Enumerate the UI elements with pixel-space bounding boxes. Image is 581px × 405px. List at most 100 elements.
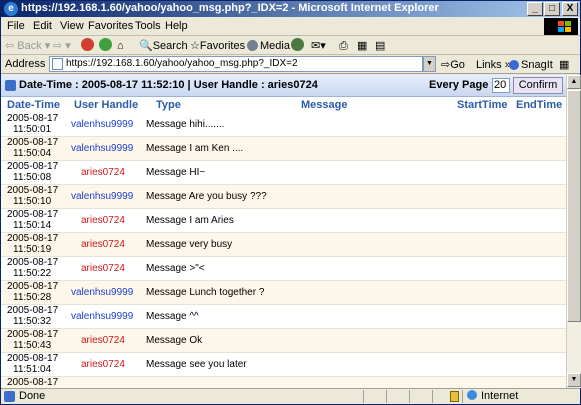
mail-button[interactable]: ✉▾: [311, 38, 326, 54]
datetime-cell: 2005-08-17 11:50:10: [7, 185, 59, 207]
menu-file[interactable]: File: [7, 20, 25, 32]
snagit-button[interactable]: SnagIt: [509, 57, 553, 73]
page-content: Date-Time : 2005-08-17 11:52:10 | User H…: [1, 75, 566, 388]
message-cell: Message I am Aries: [146, 215, 234, 226]
user-cell[interactable]: aries0724: [81, 215, 125, 226]
table-row[interactable]: 2005-08-17 11:50:01 valenhsu9999 Message …: [1, 113, 566, 137]
user-cell[interactable]: aries0724: [81, 359, 125, 370]
table-row[interactable]: 2005-08-17 11:50:04 valenhsu9999 Message …: [1, 137, 566, 161]
column-header-type[interactable]: Type: [156, 97, 181, 113]
stop-button[interactable]: [81, 38, 96, 54]
table-row[interactable]: 2005-08-17 11:50:43 aries0724 Message Ok: [1, 329, 566, 353]
every-page-input[interactable]: 20: [492, 78, 510, 93]
message-cell: Message hihi.......: [146, 119, 225, 130]
status-text: Done: [19, 390, 46, 402]
maximize-button[interactable]: □: [544, 2, 560, 16]
message-cell: Message Ok: [146, 335, 203, 346]
back-button[interactable]: ⇦ Back ▾: [5, 38, 50, 54]
column-header-message[interactable]: Message: [301, 97, 347, 113]
menu-edit[interactable]: Edit: [33, 20, 52, 32]
links-button[interactable]: Links »: [476, 57, 511, 73]
user-cell[interactable]: valenhsu9999: [71, 143, 133, 154]
media-button[interactable]: Media: [247, 38, 290, 54]
history-button[interactable]: [291, 38, 306, 54]
close-button[interactable]: X: [562, 2, 578, 16]
star-icon: ☆: [190, 40, 200, 52]
datetime-cell: 2005-08-17 11:50:28: [7, 281, 59, 303]
discuss-icon: ▤: [375, 40, 386, 52]
table-row[interactable]: 2005-08-17 11:51:04 aries0724 Message see…: [1, 353, 566, 377]
info-text: Date-Time : 2005-08-17 11:52:10 | User H…: [19, 79, 318, 91]
confirm-button[interactable]: Confirm: [513, 77, 563, 94]
user-cell[interactable]: aries0724: [81, 263, 125, 274]
table-row[interactable]: 2005-08-17 11:50:28 valenhsu9999 Message …: [1, 281, 566, 305]
table-row[interactable]: 2005-08-17: [1, 377, 566, 388]
snagit-options-icon[interactable]: ▦: [559, 57, 569, 73]
search-label: Search: [152, 40, 188, 52]
standard-toolbar: ⇦ Back ▾ ⇨ ▾ ⌂ 🔍Search ☆Favorites Media …: [1, 36, 580, 55]
menu-tools[interactable]: Tools: [135, 20, 161, 32]
user-cell[interactable]: aries0724: [81, 335, 125, 346]
scroll-up-arrow-icon[interactable]: ▲: [567, 75, 581, 89]
table-row[interactable]: 2005-08-17 11:50:10 valenhsu9999 Message …: [1, 185, 566, 209]
title-bar: e https://192.168.1.60/yahoo/yahoo_msg.p…: [1, 1, 580, 17]
status-bar: Done Internet: [1, 388, 580, 404]
browser-window: e https://192.168.1.60/yahoo/yahoo_msg.p…: [0, 0, 581, 405]
search-button[interactable]: 🔍Search: [139, 38, 188, 54]
column-header-datetime[interactable]: Date-Time: [7, 97, 60, 113]
discuss-button[interactable]: ▤: [375, 38, 385, 54]
user-cell[interactable]: aries0724: [81, 167, 125, 178]
refresh-button[interactable]: [99, 38, 114, 54]
scroll-down-arrow-icon[interactable]: ▼: [567, 373, 581, 387]
edit-icon: ▦: [357, 40, 368, 52]
user-cell[interactable]: valenhsu9999: [71, 287, 133, 298]
favorites-button[interactable]: ☆Favorites: [190, 38, 245, 54]
links-label: Links: [476, 59, 502, 71]
column-header-user[interactable]: User Handle: [74, 97, 138, 113]
datetime-cell: 2005-08-17 11:50:22: [7, 257, 59, 279]
go-button[interactable]: ⇨Go: [441, 57, 465, 73]
datetime-cell: 2005-08-17 11:50:14: [7, 209, 59, 231]
message-cell: Message very busy: [146, 239, 233, 250]
user-cell[interactable]: aries0724: [81, 239, 125, 250]
datetime-cell: 2005-08-17 11:50:32: [7, 305, 59, 327]
snagit-label: SnagIt: [521, 59, 553, 71]
menu-favorites[interactable]: Favorites: [88, 20, 133, 32]
column-header-start[interactable]: StartTime: [457, 97, 508, 113]
message-cell: Message Lunch together ?: [146, 287, 265, 298]
datetime-cell: 2005-08-17 11:50:19: [7, 233, 59, 255]
user-cell[interactable]: valenhsu9999: [71, 311, 133, 322]
print-button[interactable]: ⎙: [339, 38, 348, 54]
forward-button[interactable]: ⇨ ▾: [53, 38, 71, 54]
lock-icon: [450, 391, 459, 402]
info-header: Date-Time : 2005-08-17 11:52:10 | User H…: [1, 75, 566, 97]
minimize-button[interactable]: _: [527, 2, 543, 16]
table-row[interactable]: 2005-08-17 11:50:08 aries0724 Message HI~: [1, 161, 566, 185]
datetime-cell: 2005-08-17 11:50:04: [7, 137, 59, 159]
table-row[interactable]: 2005-08-17 11:50:19 aries0724 Message ver…: [1, 233, 566, 257]
datetime-cell: 2005-08-17 11:50:43: [7, 329, 59, 351]
address-input[interactable]: https://192.168.1.60/yahoo/yahoo_msg.php…: [49, 56, 423, 72]
edit-button[interactable]: ▦: [357, 38, 367, 54]
menu-view[interactable]: View: [60, 20, 84, 32]
vertical-scrollbar[interactable]: ▲ ▼: [566, 75, 581, 388]
user-cell[interactable]: valenhsu9999: [71, 119, 133, 130]
message-cell: Message ^^: [146, 311, 199, 322]
home-button[interactable]: ⌂: [117, 38, 124, 54]
every-page-label: Every Page :: [429, 79, 496, 91]
go-label: Go: [450, 59, 465, 71]
print-icon: ⎙: [339, 40, 348, 52]
menu-help[interactable]: Help: [165, 20, 188, 32]
scroll-thumb[interactable]: [567, 90, 581, 322]
column-header-end[interactable]: EndTime: [516, 97, 562, 113]
table-row[interactable]: 2005-08-17 11:50:32 valenhsu9999 Message …: [1, 305, 566, 329]
address-bar: Address https://192.168.1.60/yahoo/yahoo…: [1, 55, 580, 74]
forward-arrow-icon: ⇨: [53, 40, 63, 52]
snagit-icon: [509, 60, 519, 70]
table-row[interactable]: 2005-08-17 11:50:22 aries0724 Message >"<: [1, 257, 566, 281]
zone-label: Internet: [481, 390, 519, 402]
datetime-cell: 2005-08-17 11:50:08: [7, 161, 59, 183]
user-cell[interactable]: valenhsu9999: [71, 191, 133, 202]
table-row[interactable]: 2005-08-17 11:50:14 aries0724 Message I a…: [1, 209, 566, 233]
address-dropdown-button[interactable]: ▼: [423, 56, 436, 72]
